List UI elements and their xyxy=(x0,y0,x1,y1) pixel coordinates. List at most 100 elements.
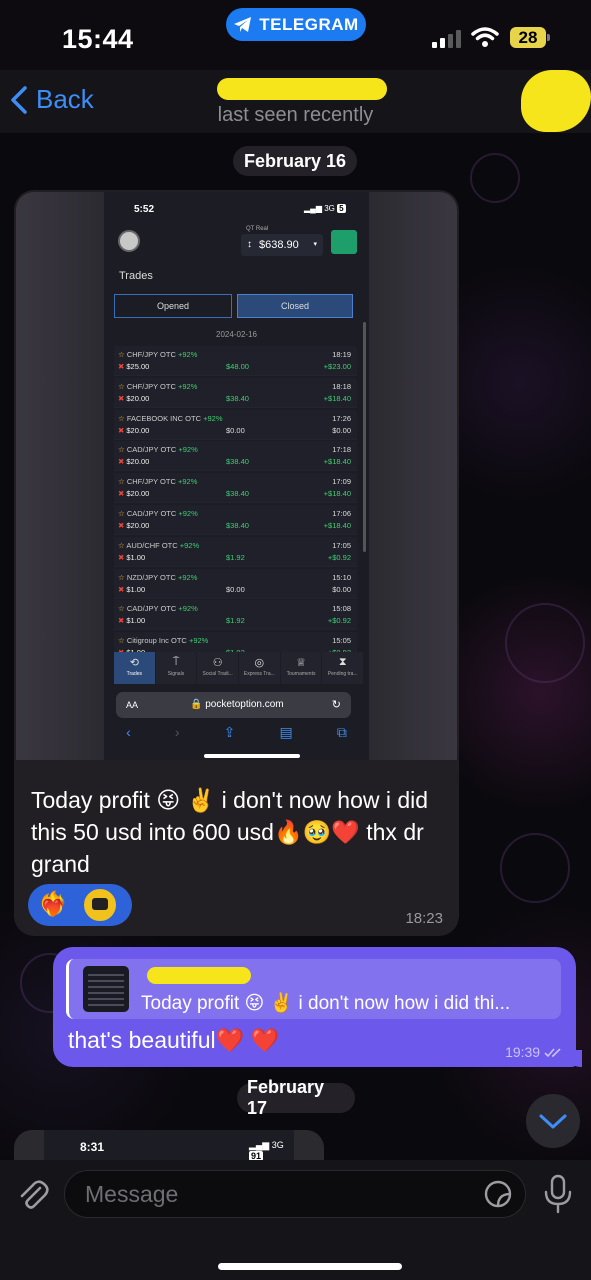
reader-aa: AA xyxy=(126,700,139,710)
date-separator: February 17 xyxy=(237,1077,355,1118)
nav-icon: ◎ xyxy=(254,657,265,669)
nav-label: Pending tra... xyxy=(327,671,358,677)
nav-icon: ⟲ xyxy=(129,657,139,669)
trade-row: ☆ CAD/JPY OTC +92% $1.00 $1.92 15:08 +$0.92 xyxy=(114,600,357,631)
trade-pair-name: CHF/JPY OTC xyxy=(126,477,176,487)
telegram-pill-label: TELEGRAM xyxy=(259,14,359,34)
reply-text: Today profit 😝 ✌️ i don't now how i did … xyxy=(141,993,511,1014)
contact-name-redacted[interactable] xyxy=(217,78,387,100)
date-separator: February 16 xyxy=(233,146,357,176)
trade-pair-name: Citigroup Inc OTC xyxy=(126,636,187,646)
trade-time: 15:10 xyxy=(332,572,351,582)
reactions[interactable]: ❤️‍🔥 xyxy=(28,884,132,926)
trade-row: ☆ CHF/JPY OTC +92% $25.00 $48.00 18:19 +$23.… xyxy=(114,346,357,376)
nav-label: Tournaments xyxy=(286,671,316,677)
trade-payout: $0.00 xyxy=(226,584,245,594)
trade-pair: ☆ CHF/JPY OTC +92% xyxy=(118,350,197,359)
browser-url-bar: AA 🔒 pocketoption.com ↻ xyxy=(116,692,351,718)
screenshot-clock: 5:52 xyxy=(134,204,155,215)
nav-icon: ⚇ xyxy=(212,657,223,669)
trade-amount: $1.00 xyxy=(118,585,145,594)
battery-tip xyxy=(547,34,550,41)
clock: 15:44 xyxy=(62,24,134,54)
outgoing-time-value: 19:39 xyxy=(505,1044,541,1060)
trade-payout: $38.40 xyxy=(226,457,249,467)
trade-pair: ☆ CAD/JPY OTC +92% xyxy=(118,445,198,454)
screenshot-battery: 5 xyxy=(337,204,346,213)
photo-blur xyxy=(16,192,104,760)
trade-pct: +92% xyxy=(179,540,200,550)
trade-pair-name: FACEBOOK INC OTC xyxy=(126,413,202,423)
message-time: 18:23 xyxy=(405,910,443,927)
trade-row: ☆ NZD/JPY OTC +92% $1.00 $0.00 15:10 $0.00 xyxy=(114,568,357,599)
trade-pair: ☆ CHF/JPY OTC +92% xyxy=(118,477,197,486)
trade-amount: $20.00 xyxy=(118,426,149,435)
screenshot-status-bar: 5:52 ▂▄▆ 3G 5 xyxy=(104,192,369,222)
trade-time: 17:06 xyxy=(332,509,351,518)
message-input[interactable] xyxy=(64,1170,526,1218)
reply-quote[interactable]: Today profit 😝 ✌️ i don't now how i did … xyxy=(66,959,561,1019)
trade-amount: $20.00 xyxy=(118,457,149,466)
microphone-icon[interactable] xyxy=(542,1174,574,1214)
tab-closed: Closed xyxy=(237,294,353,318)
next-network-type: 3G xyxy=(271,1140,284,1150)
trade-time: 17:18 xyxy=(332,445,351,455)
trade-time: 17:09 xyxy=(332,477,351,487)
trade-profit: +$0.92 xyxy=(327,616,351,626)
trade-profit: $0.00 xyxy=(332,425,351,435)
next-screenshot-clock: 8:31 xyxy=(80,1140,105,1154)
chevron-down-icon xyxy=(539,1114,567,1129)
star-icon: ☆ xyxy=(118,413,125,423)
trade-profit: +$23.00 xyxy=(323,362,351,371)
trade-pair-name: CHF/JPY OTC xyxy=(126,381,176,391)
nav-label: Social Tradi... xyxy=(202,671,233,677)
heart-on-fire-reaction[interactable]: ❤️‍🔥 xyxy=(38,891,68,919)
trade-payout: $38.40 xyxy=(226,393,249,403)
trade-pair-name: CHF/JPY OTC xyxy=(126,350,176,359)
screenshot-nav-item: ⧗ Pending tra... xyxy=(322,652,365,684)
trade-time: 18:18 xyxy=(332,381,351,391)
contact-last-seen: last seen recently xyxy=(217,104,374,126)
trade-pair-name: CAD/JPY OTC xyxy=(126,509,177,518)
nav-icon: ⍑ xyxy=(172,656,180,668)
url-text: 🔒 pocketoption.com xyxy=(190,699,284,710)
outgoing-message[interactable]: Today profit 😝 ✌️ i don't now how i did … xyxy=(53,947,576,1067)
status-bar: 15:44 TELEGRAM 28 xyxy=(0,0,591,70)
screenshot-nav-item: ⚇ Social Tradi... xyxy=(197,652,240,684)
nav-label: Express Tra... xyxy=(243,671,275,677)
trade-payout: $38.40 xyxy=(226,521,249,530)
trade-row: ☆ CHF/JPY OTC +92% $20.00 $38.40 17:09 +$18.… xyxy=(114,473,357,504)
trade-pair: ☆ CAD/JPY OTC +92% xyxy=(118,509,198,518)
trade-time: 17:26 xyxy=(332,413,351,423)
cellular-signal-icon xyxy=(432,30,461,48)
reply-author-redacted xyxy=(147,967,251,984)
trade-amount: $1.00 xyxy=(118,616,145,625)
incoming-message[interactable]: 5:52 ▂▄▆ 3G 5 QT Real ↕ $638.90 ▾ Trades… xyxy=(14,190,459,936)
battery-icon: 28 xyxy=(510,27,546,48)
chat-header: Back last seen recently xyxy=(0,70,591,133)
telegram-pill[interactable]: TELEGRAM xyxy=(226,8,366,41)
screenshot-avatar xyxy=(118,230,140,252)
scroll-to-bottom-button[interactable] xyxy=(526,1094,580,1148)
safari-forward-icon: › xyxy=(174,724,180,740)
attach-icon[interactable] xyxy=(16,1178,50,1212)
trade-profit: +$18.40 xyxy=(323,521,351,530)
message-photo[interactable]: 5:52 ▂▄▆ 3G 5 QT Real ↕ $638.90 ▾ Trades… xyxy=(16,192,457,760)
nav-label: Trades xyxy=(126,671,143,677)
wifi-icon xyxy=(471,27,499,47)
screenshot-bottom-nav: ⟲ Trades ⍑ Signals ⚇ Social Tradi... ◎ Express … xyxy=(114,652,365,684)
safari-back-icon: ‹ xyxy=(126,724,131,740)
trade-amount: $20.00 xyxy=(118,394,149,403)
sticker-icon[interactable] xyxy=(484,1180,512,1208)
trade-pct: +92% xyxy=(203,413,223,423)
trade-pair: ☆ FACEBOOK INC OTC +92% xyxy=(118,414,223,423)
wallet-icon xyxy=(331,230,357,254)
trade-pct: +92% xyxy=(178,509,198,518)
trade-pct: +92% xyxy=(178,604,198,614)
account-balance: ↕ $638.90 ▾ xyxy=(241,234,323,256)
safari-toolbar: ‹ › ⇪ ▤ ⧉ xyxy=(104,724,369,748)
star-icon: ☆ xyxy=(118,381,125,391)
trade-profit: $0.00 xyxy=(332,584,351,594)
trade-pct: +92% xyxy=(188,636,209,646)
nav-icon: ⧗ xyxy=(338,656,347,668)
